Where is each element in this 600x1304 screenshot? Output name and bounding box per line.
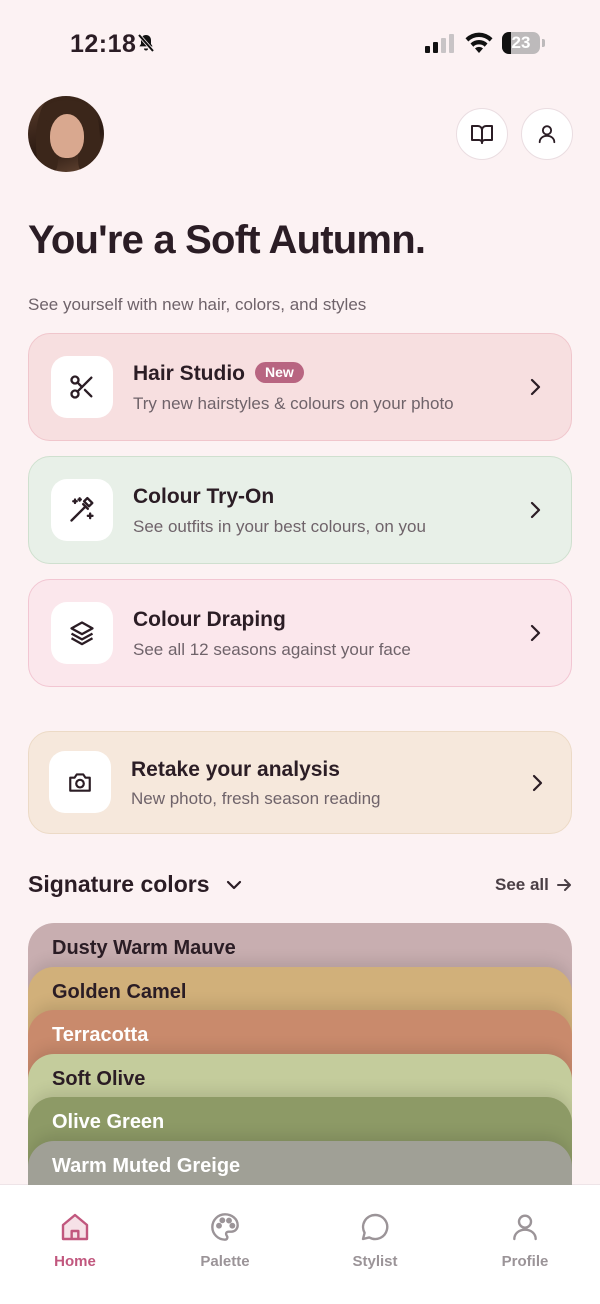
palette-icon [211,1213,239,1241]
retake-icon-box [49,751,111,813]
guide-button[interactable] [456,108,508,160]
layers-icon [70,621,94,646]
tab-home[interactable]: Home [20,1209,130,1270]
color-swatch-name: Warm Muted Greige [52,1155,241,1177]
color-swatch-name: Olive Green [52,1111,165,1133]
colour-draping-card[interactable]: Colour Draping See all 12 seasons agains… [28,579,572,687]
page-subtitle: See yourself with new hair, colors, and … [28,295,367,314]
wifi-icon [464,32,494,59]
user-icon [538,125,556,144]
avatar[interactable] [28,96,104,172]
colour-try-on-title: Colour Try-On [133,485,275,508]
scissors-icon [70,375,93,399]
user-icon [513,1214,537,1241]
chevron-down-icon[interactable] [225,877,243,893]
hair-studio-card[interactable]: Hair Studio New Try new hairstyles & colo… [28,333,572,441]
home-icon [61,1213,89,1241]
magic-wand-icon [70,496,94,522]
signature-color-stack[interactable]: Dusty Warm Mauve Golden Camel Terracotta So… [28,923,572,1185]
account-button[interactable] [521,108,573,160]
chat-bubble-icon [361,1213,389,1241]
tab-home-label: Home [54,1253,96,1270]
chevron-right-icon [530,501,541,519]
new-badge: New [255,362,304,383]
tab-profile[interactable]: Profile [470,1209,580,1270]
battery-icon: 23 [502,32,540,54]
battery-level: 23 [511,33,531,52]
color-swatch-name: Terracotta [52,1024,149,1046]
hair-studio-title: Hair Studio New [133,362,304,386]
colour-try-on-icon-box [51,479,113,541]
see-all-link[interactable]: See all [495,875,549,895]
hair-studio-icon-box [51,356,113,418]
status-time: 12:18 [70,30,137,58]
colour-try-on-card[interactable]: Colour Try-On See outfits in your best c… [28,456,572,564]
bell-muted-icon [136,33,156,58]
retake-title: Retake your analysis [131,758,340,781]
retake-analysis-card[interactable]: Retake your analysis New photo, fresh se… [28,731,572,834]
tab-stylist-label: Stylist [352,1253,398,1270]
color-swatch-name: Golden Camel [52,981,187,1003]
chevron-right-icon [532,774,543,792]
cellular-signal-icon [425,34,454,53]
camera-icon [69,773,91,792]
colour-draping-title: Colour Draping [133,608,286,631]
chevron-right-icon [530,624,541,642]
tab-profile-label: Profile [501,1253,549,1270]
hair-studio-description: Try new hairstyles & colours on your pho… [133,394,454,413]
colour-draping-icon-box [51,602,113,664]
page-title: You're a Soft Autumn. [28,218,426,262]
status-bar: 12:18 23 [0,0,600,90]
tab-bar: Home Palette Stylist Profile [0,1184,600,1304]
tab-palette-label: Palette [200,1253,250,1270]
battery-cap [542,39,545,47]
colour-draping-description: See all 12 seasons against your face [133,640,411,659]
color-swatch-name: Dusty Warm Mauve [52,937,236,959]
tab-stylist[interactable]: Stylist [320,1209,430,1270]
retake-description: New photo, fresh season reading [131,789,381,808]
arrow-right-icon[interactable] [556,877,573,893]
colour-try-on-description: See outfits in your best colours, on you [133,517,426,536]
color-swatch-name: Soft Olive [52,1068,146,1090]
chevron-right-icon [530,378,541,396]
book-open-icon [471,125,493,144]
tab-palette[interactable]: Palette [170,1209,280,1270]
color-swatch[interactable]: Warm Muted Greige [28,1141,572,1185]
signature-colors-heading[interactable]: Signature colors [28,871,209,898]
